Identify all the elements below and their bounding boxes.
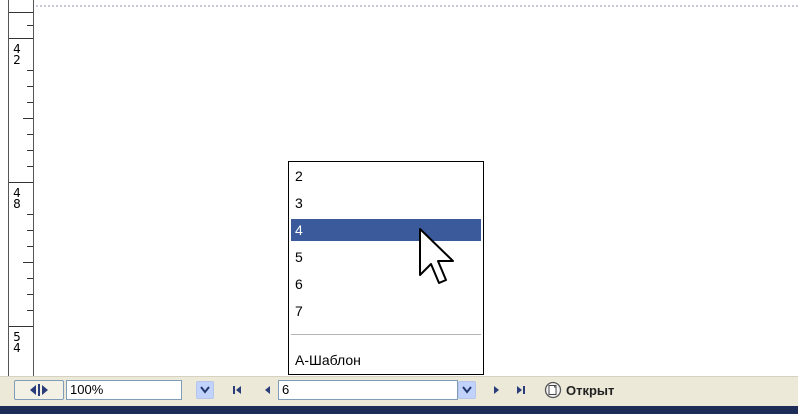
ruler-tick — [27, 214, 33, 215]
margin-guide — [36, 5, 798, 7]
first-page-button[interactable] — [230, 382, 244, 398]
ruler-major-tick — [9, 12, 33, 13]
ruler-label: 48 — [13, 186, 21, 211]
open-document-button[interactable]: Открыт — [544, 380, 614, 400]
previous-page-icon — [265, 386, 270, 394]
chevron-down-icon — [200, 386, 210, 394]
page-list-item-7[interactable]: 7 — [291, 300, 481, 322]
next-page-button[interactable] — [490, 382, 504, 398]
first-page-icon — [233, 386, 241, 394]
ruler-tick — [27, 150, 33, 151]
zoom-field[interactable]: 100% — [66, 380, 182, 400]
page-list-item-master[interactable]: А-Шаблон — [291, 349, 481, 371]
ruler-tick — [27, 310, 33, 311]
mouse-pointer-icon — [419, 228, 454, 284]
list-separator — [291, 334, 481, 335]
split-view-button[interactable] — [14, 380, 64, 400]
status-bar: 100% 6 Открыт — [0, 376, 798, 406]
vertical-ruler[interactable]: 42 48 54 — [8, 0, 34, 376]
page-list-item-3[interactable]: 3 — [291, 192, 481, 214]
last-page-button[interactable] — [514, 382, 528, 398]
ruler-tick — [27, 278, 33, 279]
ruler-tick — [27, 246, 33, 247]
zoom-dropdown-button[interactable] — [196, 381, 214, 399]
ruler-tick — [23, 118, 33, 119]
ruler-tick — [27, 166, 33, 167]
ruler-tick — [23, 262, 33, 263]
chevron-down-icon — [462, 386, 472, 394]
ruler-tick — [27, 70, 33, 71]
window-bottom-strip — [0, 406, 798, 414]
split-view-icon — [30, 384, 48, 396]
ruler-label: 42 — [13, 42, 21, 67]
next-page-icon — [494, 386, 499, 394]
last-page-icon — [517, 386, 525, 394]
ruler-major-tick — [9, 182, 33, 183]
ruler-tick — [27, 25, 33, 26]
open-document-label: Открыт — [566, 382, 615, 398]
ruler-major-tick — [9, 326, 33, 327]
page-dropdown-button[interactable] — [458, 381, 476, 399]
ruler-tick — [27, 294, 33, 295]
ruler-tick — [27, 86, 33, 87]
ruler-tick — [27, 134, 33, 135]
document-canvas[interactable]: 42 48 54 2 3 4 5 6 7 А-Шаблон — [0, 0, 798, 376]
ruler-tick — [27, 102, 33, 103]
page-number-field[interactable]: 6 — [278, 380, 458, 400]
previous-page-button[interactable] — [260, 382, 274, 398]
ruler-tick — [27, 230, 33, 231]
page-list-item-2[interactable]: 2 — [291, 165, 481, 187]
ruler-major-tick — [9, 38, 33, 39]
open-document-icon — [544, 381, 562, 399]
ruler-label: 54 — [13, 330, 21, 355]
